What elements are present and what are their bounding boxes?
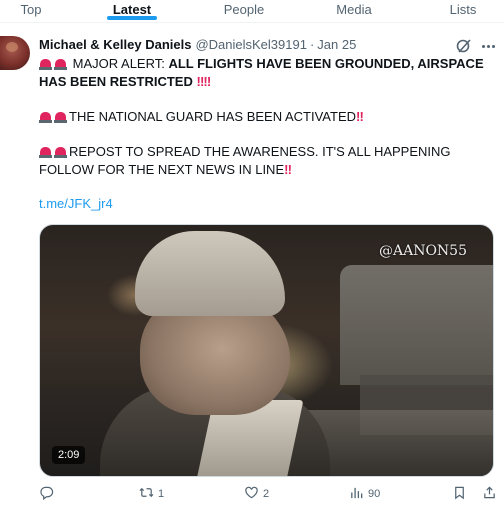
rotating-light-icon — [54, 57, 67, 70]
tab-top-label: Top — [20, 2, 42, 17]
tweet-text-line-2: HAS BEEN RESTRICTED ‼‼ — [39, 73, 487, 90]
bookmark-icon — [452, 485, 467, 503]
tab-people[interactable]: People — [202, 0, 286, 22]
heart-icon — [244, 485, 259, 503]
header-separator: · — [309, 37, 315, 52]
repost-button[interactable]: 1 — [139, 483, 164, 505]
author-name[interactable]: Michael & Kelley Daniels — [39, 37, 191, 52]
more-icon[interactable] — [479, 38, 497, 54]
tweet-text-line-1: MAJOR ALERT: ALL FLIGHTS HAVE BEEN GROUN… — [39, 55, 487, 72]
repost-call-text: REPOST TO SPREAD THE AWARENESS. IT'S ALL… — [69, 144, 451, 159]
tweet-header: Michael & Kelley Daniels @DanielsKel3919… — [39, 37, 356, 52]
repost-count: 1 — [158, 488, 165, 500]
rotating-light-icon — [39, 145, 52, 158]
alert-lead: MAJOR ALERT: — [72, 56, 169, 71]
tab-latest-label: Latest — [112, 2, 152, 17]
alert-headline: ALL FLIGHTS HAVE BEEN GROUNDED, AIRSPACE — [168, 56, 484, 71]
video-frame-building — [340, 265, 493, 385]
grok-icon[interactable] — [455, 37, 473, 55]
tab-lists[interactable]: Lists — [422, 0, 504, 22]
tab-lists-label: Lists — [449, 2, 477, 17]
reply-icon — [39, 485, 54, 503]
double-exclamation-icon: ‼ — [284, 162, 292, 177]
views-button[interactable]: 90 — [349, 483, 380, 505]
tab-latest[interactable]: Latest — [62, 0, 202, 22]
video-duration-badge: 2:09 — [52, 446, 86, 464]
tab-media[interactable]: Media — [286, 0, 422, 22]
tab-media-label: Media — [336, 2, 372, 17]
tweet-text-para-3: REPOST TO SPREAD THE AWARENESS. IT'S ALL… — [39, 143, 487, 160]
tweet-actions: 1 2 90 — [39, 483, 504, 505]
like-button[interactable]: 2 — [244, 483, 269, 505]
like-count: 2 — [263, 488, 270, 500]
rotating-light-icon — [54, 110, 67, 123]
author-handle[interactable]: @DanielsKel39191 — [195, 37, 307, 52]
rotating-light-icon — [39, 110, 52, 123]
view-count: 90 — [368, 488, 381, 500]
follow-text: FOLLOW FOR THE NEXT NEWS IN LINE — [39, 162, 285, 177]
share-icon — [482, 485, 497, 503]
double-exclamation-icon: ‼ — [203, 74, 211, 89]
national-guard-text: THE NATIONAL GUARD HAS BEEN ACTIVATED — [69, 109, 357, 124]
tab-people-label: People — [223, 2, 265, 17]
video-watermark: @AANON55 — [378, 243, 467, 259]
tweet-text-para-3-cont: FOLLOW FOR THE NEXT NEWS IN LINE‼ — [39, 161, 487, 178]
video-player[interactable]: @AANON55 2:09 — [39, 224, 494, 477]
tweet-date[interactable]: Jan 25 — [317, 37, 356, 52]
bookmark-button[interactable] — [452, 483, 467, 505]
tweet-link[interactable]: t.me/JFK_jr4 — [39, 196, 113, 211]
views-icon — [349, 485, 364, 503]
search-tabs: Top Latest People Media Lists — [0, 0, 504, 22]
alert-headline-cont: HAS BEEN RESTRICTED — [39, 74, 193, 89]
avatar[interactable] — [0, 36, 30, 70]
repost-icon — [139, 485, 154, 503]
reply-button[interactable] — [39, 483, 58, 505]
video-frame-cap — [135, 231, 285, 316]
double-exclamation-icon: ‼ — [356, 109, 364, 124]
tab-top[interactable]: Top — [0, 0, 62, 22]
tweet-text-para-2: THE NATIONAL GUARD HAS BEEN ACTIVATED‼ — [39, 108, 487, 125]
tabs-divider — [0, 22, 504, 23]
active-tab-indicator — [107, 16, 157, 20]
rotating-light-icon — [39, 57, 52, 70]
rotating-light-icon — [54, 145, 67, 158]
share-button[interactable] — [482, 483, 497, 505]
